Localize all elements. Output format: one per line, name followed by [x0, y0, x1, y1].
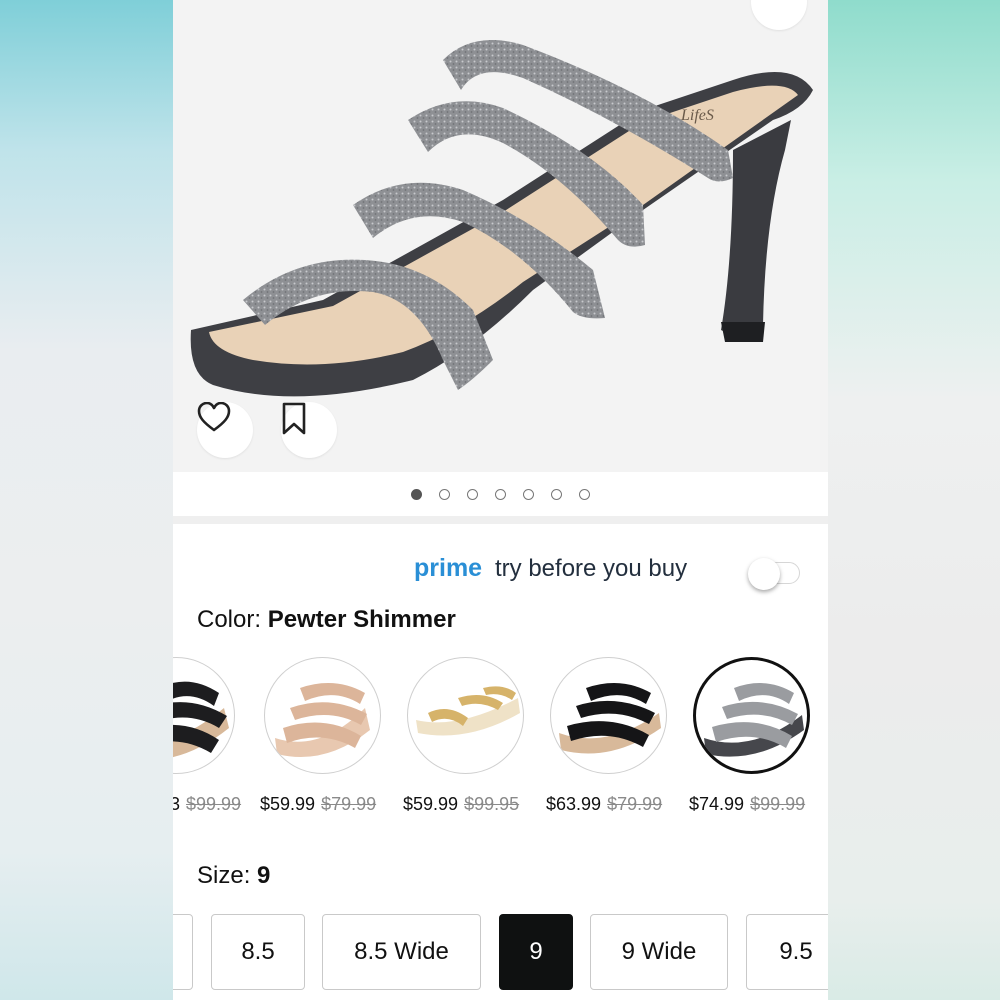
color-swatch-pewter-shimmer[interactable] — [693, 657, 810, 774]
color-label-prefix: Color: — [197, 606, 262, 633]
size-option-9-wide[interactable]: 9 Wide — [590, 914, 728, 990]
swatch-black-image — [173, 681, 229, 758]
share-icon — [751, 0, 781, 4]
price-list: $99.99 — [750, 794, 806, 814]
size-option-label: 9 — [529, 938, 543, 965]
size-option-label: 8.5 — [241, 938, 275, 965]
price-current: $74.99 — [689, 794, 745, 814]
prime-logo-text: prime — [414, 554, 483, 582]
save-button[interactable] — [281, 402, 337, 458]
price-current: $63.99 — [546, 794, 602, 814]
price-current: $59.99 — [260, 794, 316, 814]
product-image[interactable]: LifeS — [173, 0, 828, 472]
color-label: Color: Pewter Shimmer — [197, 606, 456, 634]
wishlist-button[interactable] — [197, 402, 253, 458]
price-list: $99.95 — [464, 794, 520, 814]
carousel-dot-6[interactable] — [551, 488, 562, 500]
size-option-8-5[interactable]: 8.5 — [211, 914, 305, 990]
size-label: Size: 9 — [197, 862, 270, 890]
carousel-dot-7[interactable] — [579, 488, 590, 500]
size-option-label: 8.5 Wide — [354, 938, 449, 965]
swatch-nude-image — [275, 683, 370, 757]
price-current: 3 — [173, 794, 181, 814]
size-selected-value: 9 — [257, 862, 271, 889]
swatch-price-black-patent: $63.99 $79.99 — [546, 794, 662, 815]
carousel-dot-3[interactable] — [467, 488, 478, 500]
swatch-price-black: 3 $99.99 — [173, 794, 241, 815]
size-option-label: 9 Wide — [621, 938, 697, 965]
prime-try-label: try before you buy — [495, 555, 688, 582]
carousel-dot-4[interactable] — [495, 488, 506, 500]
price-list: $79.99 — [321, 794, 377, 814]
color-swatch-black-patent[interactable] — [550, 657, 667, 774]
section-divider — [173, 516, 828, 524]
bookmark-icon — [282, 402, 306, 435]
swatch-price-pewter: $74.99 $99.99 — [689, 794, 805, 815]
carousel-dot-1[interactable] — [411, 488, 422, 500]
toggle-knob — [748, 558, 780, 590]
background-right — [828, 0, 1000, 1000]
color-selected-value: Pewter Shimmer — [267, 606, 456, 633]
image-carousel-indicator — [173, 472, 828, 516]
swatch-price-nude: $59.99 $79.99 — [260, 794, 376, 815]
carousel-dot-2[interactable] — [439, 488, 450, 500]
color-swatch-nude[interactable] — [264, 657, 381, 774]
price-list: $99.99 — [186, 794, 242, 814]
heart-icon — [197, 402, 231, 432]
swatch-pewter-image — [704, 683, 804, 757]
swatch-price-gold: $59.99 $99.95 — [403, 794, 519, 815]
size-option-9-5[interactable]: 9.5 — [746, 914, 828, 990]
color-swatch-black[interactable] — [173, 657, 235, 774]
brand-logo-mark: LifeS — [680, 107, 714, 124]
prime-try-before-you-buy: prime try before you buy — [173, 552, 828, 592]
size-label-prefix: Size: — [197, 862, 251, 889]
product-page: LifeS prime try before you buy Color: Pe… — [173, 0, 828, 1000]
color-swatch-gold[interactable] — [407, 657, 524, 774]
size-option-partial[interactable] — [173, 914, 193, 990]
prime-try-toggle[interactable] — [748, 558, 804, 590]
swatch-black-patent-image — [559, 683, 661, 754]
size-option-label: 9.5 — [779, 938, 813, 965]
size-option-8-5-wide[interactable]: 8.5 Wide — [322, 914, 481, 990]
price-current: $59.99 — [403, 794, 459, 814]
sandal-illustration: LifeS — [190, 40, 813, 397]
swatch-gold-image — [416, 686, 520, 736]
price-list: $79.99 — [607, 794, 663, 814]
size-option-9[interactable]: 9 — [499, 914, 573, 990]
carousel-dot-5[interactable] — [523, 488, 534, 500]
